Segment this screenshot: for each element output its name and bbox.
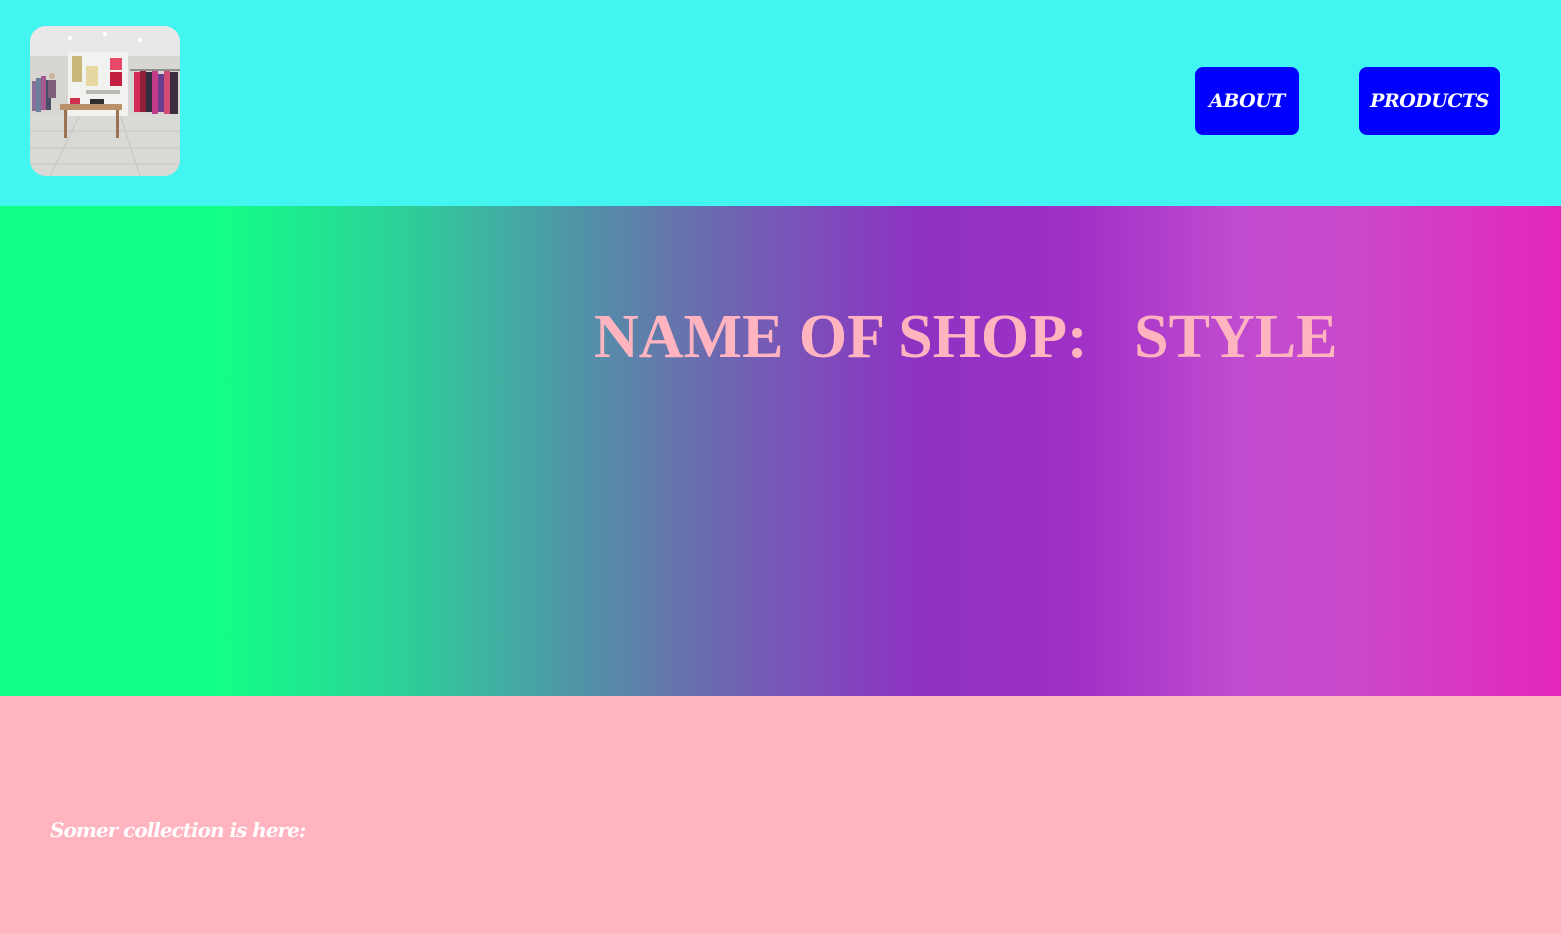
shop-name-heading: NAME OF SHOP: STYLE bbox=[594, 303, 1338, 371]
shop-logo-image[interactable] bbox=[30, 26, 180, 176]
products-button[interactable]: PRODUCTS bbox=[1359, 67, 1500, 135]
hero-banner: NAME OF SHOP: STYLE bbox=[0, 206, 1561, 696]
site-header: ABOUT PRODUCTS bbox=[0, 0, 1561, 206]
collection-text: Somer collection is here: bbox=[50, 818, 306, 842]
about-button[interactable]: ABOUT bbox=[1195, 67, 1299, 135]
store-interior-illustration bbox=[30, 26, 180, 176]
collection-section: Somer collection is here: bbox=[0, 696, 1561, 933]
